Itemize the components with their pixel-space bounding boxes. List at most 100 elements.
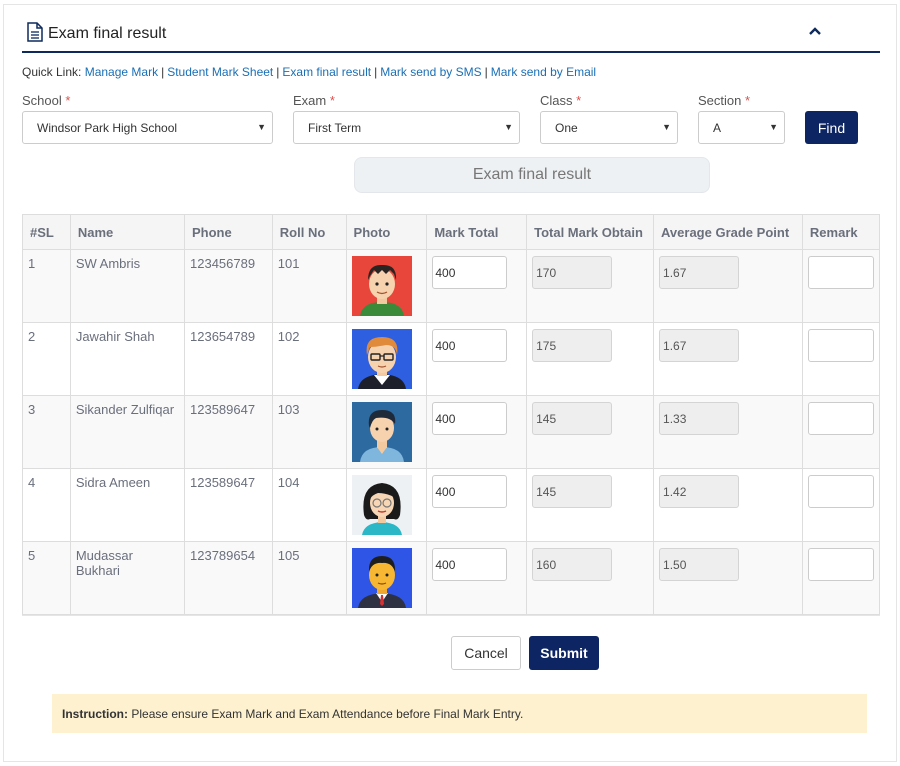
total-obtain-field (532, 329, 613, 362)
mark-total-input[interactable] (432, 256, 508, 289)
row-phone: 123789654 (184, 541, 273, 615)
row-gpa (653, 322, 803, 396)
remark-input[interactable] (807, 329, 874, 362)
remark-input[interactable] (807, 256, 874, 289)
mark-total-input[interactable] (432, 329, 508, 362)
gpa-field (659, 329, 740, 362)
row-roll: 102 (271, 322, 347, 396)
col-total-obtain: Total Mark Obtain (526, 214, 655, 250)
row-name: Mudassar Bukhari (69, 541, 186, 615)
mark-total-input[interactable] (432, 475, 508, 508)
total-obtain-field (532, 256, 613, 289)
quick-link-student-mark-sheet[interactable]: Student Mark Sheet (167, 65, 273, 79)
school-select[interactable]: Windsor Park High School ▼ (22, 111, 273, 144)
businessman-avatar-icon (351, 548, 412, 608)
remark-input[interactable] (807, 402, 874, 435)
total-obtain-field (532, 548, 613, 581)
row-mark-total (426, 541, 528, 615)
row-remark (801, 541, 881, 615)
row-sl: 5 (22, 541, 71, 615)
row-roll: 103 (271, 395, 347, 469)
table-row: 1 SW Ambris 123456789 101 (22, 249, 881, 323)
boy-avatar-icon (351, 256, 412, 316)
col-phone: Phone (184, 214, 273, 250)
class-label: Class * (540, 93, 582, 108)
quick-link-exam-final-result[interactable]: Exam final result (282, 65, 371, 79)
document-icon (27, 22, 43, 42)
row-mark-total (426, 468, 528, 542)
exam-result-panel: Exam final result Quick Link: Manage Mar… (3, 4, 897, 762)
remark-input[interactable] (807, 475, 874, 508)
row-mark-total (426, 322, 528, 396)
row-photo (345, 249, 428, 323)
row-gpa (653, 249, 803, 323)
row-total-obtain (526, 395, 655, 469)
row-photo (345, 395, 428, 469)
remark-input[interactable] (807, 548, 874, 581)
row-total-obtain (526, 322, 655, 396)
row-name: Sikander Zulfiqar (69, 395, 186, 469)
submit-button[interactable]: Submit (529, 636, 599, 670)
row-phone: 123589647 (184, 395, 273, 469)
row-remark (801, 249, 881, 323)
quick-link-manage-mark[interactable]: Manage Mark (85, 65, 158, 79)
instruction-text: Please ensure Exam Mark and Exam Attenda… (131, 707, 524, 721)
caret-down-icon: ▼ (257, 122, 266, 132)
row-name: SW Ambris (69, 249, 186, 323)
row-remark (801, 322, 881, 396)
gpa-field (659, 256, 740, 289)
row-mark-total (426, 395, 528, 469)
section-select[interactable]: A ▼ (698, 111, 785, 144)
quick-link-mark-send-sms[interactable]: Mark send by SMS (380, 65, 481, 79)
mark-total-input[interactable] (432, 548, 508, 581)
row-roll: 104 (271, 468, 347, 542)
cancel-button[interactable]: Cancel (451, 636, 521, 670)
row-roll: 105 (271, 541, 347, 615)
caret-down-icon: ▼ (769, 122, 778, 132)
divider (22, 615, 880, 616)
total-obtain-field (532, 475, 613, 508)
row-sl: 1 (22, 249, 71, 323)
class-select[interactable]: One ▼ (540, 111, 678, 144)
row-sl: 4 (22, 468, 71, 542)
page-title: Exam final result (48, 25, 167, 42)
row-gpa (653, 541, 803, 615)
col-sl: #SL (22, 214, 71, 250)
row-phone: 123456789 (184, 249, 273, 323)
mark-total-input[interactable] (432, 402, 508, 435)
row-gpa (653, 468, 803, 542)
quick-link-mark-send-email[interactable]: Mark send by Email (491, 65, 596, 79)
table-header-row: #SL Name Phone Roll No Photo Mark Total … (22, 214, 881, 250)
total-obtain-field (532, 402, 613, 435)
gpa-field (659, 402, 740, 435)
col-remark: Remark (801, 214, 881, 250)
row-photo (345, 541, 428, 615)
table-row: 2 Jawahir Shah 123654789 102 (22, 322, 881, 396)
exam-select[interactable]: First Term ▼ (293, 111, 520, 144)
caret-down-icon: ▼ (504, 122, 513, 132)
chevron-up-icon[interactable] (808, 25, 822, 37)
gpa-field (659, 475, 740, 508)
row-name: Jawahir Shah (69, 322, 186, 396)
gpa-field (659, 548, 740, 581)
results-table: #SL Name Phone Roll No Photo Mark Total … (22, 214, 881, 615)
row-phone: 123589647 (184, 468, 273, 542)
exam-label: Exam * (293, 93, 335, 108)
table-row: 5 Mudassar Bukhari 123789654 105 (22, 541, 881, 615)
row-phone: 123654789 (184, 322, 273, 396)
row-gpa (653, 395, 803, 469)
find-button[interactable]: Find (805, 111, 858, 144)
school-select-value: Windsor Park High School (37, 121, 178, 135)
row-roll: 101 (271, 249, 347, 323)
row-photo (345, 322, 428, 396)
quick-links: Quick Link: Manage Mark | Student Mark She… (22, 65, 597, 79)
instruction-label: Instruction: (62, 707, 128, 721)
glasses-man-avatar-icon (351, 329, 412, 389)
row-total-obtain (526, 468, 655, 542)
caret-down-icon: ▼ (662, 122, 671, 132)
man-avatar-icon (351, 402, 412, 462)
section-label: Section * (698, 93, 751, 108)
row-name: Sidra Ameen (69, 468, 186, 542)
row-remark (801, 468, 881, 542)
col-mark-total: Mark Total (426, 214, 528, 250)
